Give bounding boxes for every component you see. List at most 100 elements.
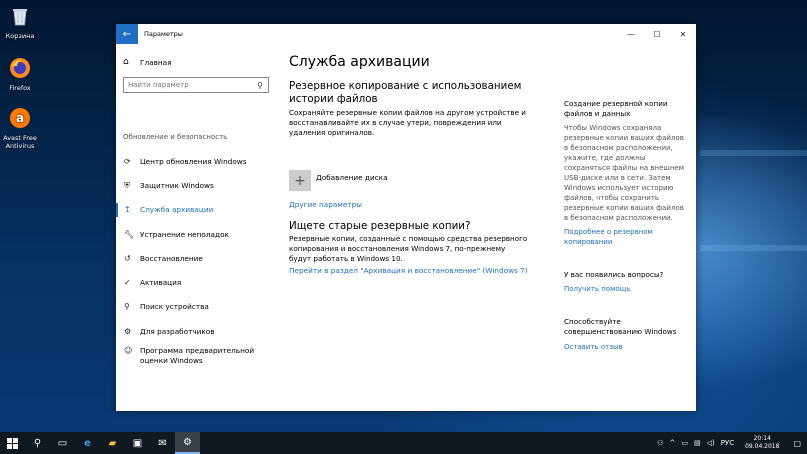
sidebar-item-troubleshoot[interactable]: 🔧︎ Устранение неполадок — [116, 230, 276, 240]
sidebar-item-label: Служба архивации — [140, 205, 214, 214]
page-title: Служба архивации — [289, 54, 430, 70]
clock-time: 20:14 — [753, 435, 771, 442]
insider-icon: ☺ — [124, 346, 133, 355]
wallpaper-beam — [700, 150, 807, 156]
give-feedback-link[interactable]: Оставить отзыв — [564, 342, 690, 352]
search-button[interactable]: ⚲ — [25, 432, 50, 454]
gear-icon: ⚙ — [183, 436, 192, 448]
search-input[interactable]: Найти параметр ⚲ — [123, 77, 269, 93]
add-drive-button[interactable]: + Добавление диска — [289, 170, 388, 191]
sidebar-item-windows-update[interactable]: ⟳ Центр обновления Windows — [116, 157, 276, 167]
mail-button[interactable]: ✉ — [150, 432, 175, 454]
clock[interactable]: 20:14 09.04.2018 — [737, 435, 787, 451]
desktop-icon-firefox[interactable]: Firefox — [0, 56, 40, 92]
window-title: Параметры — [144, 30, 183, 38]
store-icon: ▣ — [132, 437, 143, 449]
sidebar-item-recovery[interactable]: ↺ Восстановление — [116, 254, 276, 264]
people-icon[interactable]: ⚇ — [654, 439, 666, 447]
backup-learn-more-link[interactable]: Подробнее о резервном копировании — [564, 227, 690, 247]
task-view-button[interactable]: ▭ — [50, 432, 75, 454]
plus-icon: + — [289, 170, 311, 191]
wrench-icon: 🔧︎ — [124, 230, 135, 239]
sidebar-item-label: Центр обновления Windows — [140, 157, 247, 166]
sidebar: ⌂ Главная Найти параметр ⚲ Обновление и … — [116, 44, 276, 411]
sidebar-item-developers[interactable]: ⚙ Для разработчиков — [116, 327, 276, 337]
settings-taskbar-button[interactable]: ⚙ — [175, 432, 200, 454]
questions-heading: У вас появились вопросы? — [564, 270, 664, 279]
folder-icon: ▰ — [108, 437, 117, 449]
desktop-icon-avast[interactable]: a Avast Free Antivirus — [0, 106, 40, 150]
sidebar-item-label: Восстановление — [140, 254, 203, 263]
person-pin-icon: ⚲ — [124, 302, 130, 311]
developer-icon: ⚙ — [124, 327, 132, 336]
sidebar-item-activation[interactable]: ✓ Активация — [116, 278, 276, 288]
file-history-heading: Резервное копирование с использованием и… — [289, 80, 522, 105]
maximize-button[interactable]: ☐ — [644, 24, 670, 44]
file-history-description: Сохраняйте резервные копии файлов на дру… — [289, 108, 526, 137]
sidebar-item-label: Защитник Windows — [140, 181, 214, 190]
back-button[interactable]: ← — [116, 24, 138, 44]
selection-indicator — [116, 203, 118, 217]
backup-info-text: Чтобы Windows сохраняла резервные копии … — [564, 124, 685, 222]
svg-text:a: a — [16, 111, 24, 125]
chevron-up-icon[interactable]: ^ — [666, 439, 678, 447]
edge-icon: e — [84, 437, 91, 449]
add-drive-label: Добавление диска — [316, 173, 388, 182]
desktop-icon-label: Avast Free Antivirus — [3, 134, 37, 150]
wallpaper-beam — [700, 245, 807, 251]
backup-icon: ↥ — [124, 205, 131, 214]
improve-heading: Способствуйте совершенствованию Windows — [564, 317, 677, 336]
sidebar-item-backup[interactable]: ↥ Служба архивации — [116, 203, 276, 217]
old-backup-description: Резервные копии, созданные с помощью сре… — [289, 234, 528, 263]
minimize-button[interactable]: — — [618, 24, 644, 44]
title-bar[interactable]: ← Параметры — ☐ ✕ — [116, 24, 696, 44]
sidebar-item-label: Устранение неполадок — [140, 230, 229, 239]
check-circle-icon: ✓ — [124, 278, 131, 287]
desktop-icon-recycle-bin[interactable]: Корзина — [0, 4, 40, 40]
windows-logo-icon — [7, 437, 18, 449]
firefox-icon — [10, 58, 30, 78]
volume-icon[interactable]: ◁) — [704, 439, 718, 447]
settings-window: ← Параметры — ☐ ✕ ⌂ Главная Найти параме… — [116, 24, 696, 411]
more-options-link[interactable]: Другие параметры — [289, 200, 362, 209]
sidebar-item-home[interactable]: ⌂ Главная — [123, 56, 172, 68]
shield-icon: ⛨ — [124, 181, 130, 190]
language-indicator[interactable]: РУС — [718, 439, 737, 447]
home-icon: ⌂ — [123, 57, 129, 67]
backup-restore-link[interactable]: Перейти в раздел "Архивация и восстановл… — [289, 266, 528, 275]
sidebar-item-label: Поиск устройства — [140, 302, 209, 311]
old-backup-heading: Ищете старые резервные копии? — [289, 220, 471, 232]
arrow-left-icon: ← — [122, 28, 132, 40]
store-button[interactable]: ▣ — [125, 432, 150, 454]
notification-icon[interactable]: ▢ — [787, 439, 807, 448]
get-help-link[interactable]: Получить помощь — [564, 284, 690, 294]
sidebar-item-label: Активация — [140, 278, 182, 287]
desktop-icon-label: Firefox — [9, 84, 31, 92]
search-icon: ⚲ — [33, 437, 42, 449]
desktop-icon-label: Корзина — [5, 32, 35, 40]
taskbar: ⚲ ▭ e ▰ ▣ ✉ ⚙ ⚇ ^ ▭ ▤ ◁) РУС 20:14 09.04… — [0, 432, 807, 454]
edge-button[interactable]: e — [75, 432, 100, 454]
sidebar-item-label: Для разработчиков — [140, 327, 215, 336]
task-view-icon: ▭ — [57, 437, 68, 449]
sidebar-item-label: Главная — [140, 57, 172, 67]
system-tray: ⚇ ^ ▭ ▤ ◁) РУС 20:14 09.04.2018 ▢ — [654, 432, 807, 454]
start-button[interactable] — [0, 432, 25, 454]
recycle-bin-icon — [13, 9, 27, 26]
battery-icon[interactable]: ▭ — [678, 439, 691, 447]
file-explorer-button[interactable]: ▰ — [100, 432, 125, 454]
search-icon: ⚲ — [257, 80, 263, 90]
refresh-icon: ⟳ — [124, 157, 131, 166]
network-icon[interactable]: ▤ — [691, 439, 704, 447]
mail-icon: ✉ — [158, 437, 167, 449]
search-placeholder: Найти параметр — [128, 81, 189, 89]
backup-info-heading: Создание резервной копии файлов и данных — [564, 99, 668, 118]
sidebar-section-header: Обновление и безопасность — [123, 133, 228, 141]
sidebar-item-defender[interactable]: ⛨ Защитник Windows — [116, 181, 276, 191]
clock-date: 09.04.2018 — [745, 443, 780, 450]
close-button[interactable]: ✕ — [670, 24, 696, 44]
sidebar-item-find-device[interactable]: ⚲ Поиск устройства — [116, 302, 276, 312]
sidebar-item-label: Программа предварительной оценки Windows — [140, 346, 255, 365]
sidebar-item-insider[interactable]: ☺ Программа предварительной оценки Windo… — [116, 346, 276, 366]
history-icon: ↺ — [124, 254, 131, 263]
